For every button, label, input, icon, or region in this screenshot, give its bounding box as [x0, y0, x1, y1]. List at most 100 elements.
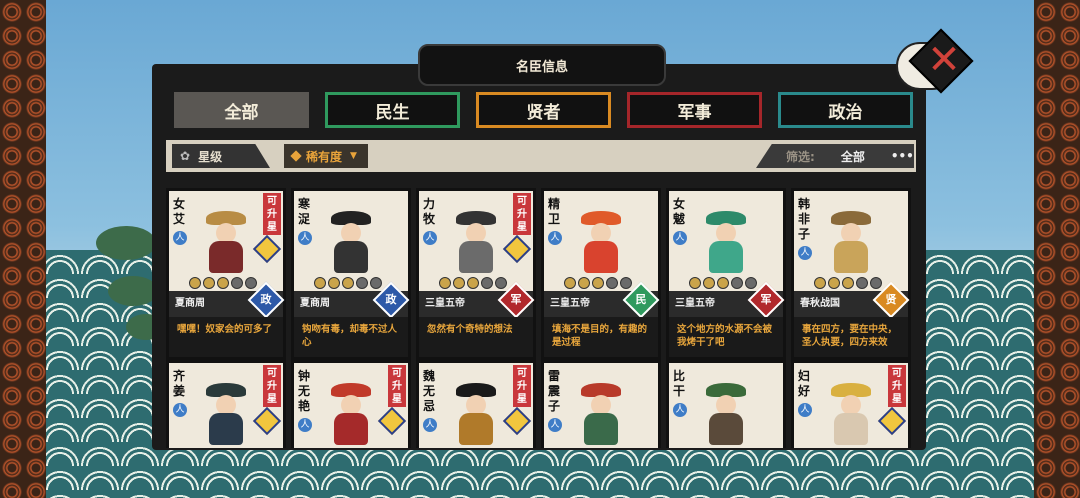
tab-sages-label: 贤者 [526, 102, 561, 123]
people-icon: 人 [298, 418, 312, 432]
minister-portrait: 魏无忌人 可升星 [419, 363, 533, 448]
star-icon [606, 277, 618, 289]
star-icon [870, 277, 882, 289]
people-icon: 人 [673, 403, 687, 417]
tab-politics[interactable]: 政治 [778, 92, 913, 128]
sort-star-label: 星级 [198, 149, 223, 164]
minister-figure-icon [451, 383, 501, 445]
minister-portrait: 钟无艳人 可升星 [294, 363, 408, 448]
minister-card[interactable]: 女艾人可升星 夏商周政嘿嘿！奴家会的可多了 [166, 188, 286, 360]
minister-figure-icon [576, 383, 626, 445]
star-icon [856, 277, 868, 289]
upgrade-star-badge: 可升星 [263, 193, 281, 235]
star-rating [439, 277, 519, 289]
minister-figure-icon [701, 383, 751, 445]
minister-figure-icon [326, 383, 376, 445]
minister-card[interactable]: 韩非子人春秋战国贤事在四方，要在中央，圣人执要，四方来效 [791, 188, 911, 360]
star-icon [245, 277, 257, 289]
star-icon [231, 277, 243, 289]
category-label: 民 [635, 293, 647, 306]
close-button[interactable]: ✕ [896, 28, 974, 94]
star-icon [217, 277, 229, 289]
gear-icon: ✿ [180, 149, 191, 163]
minister-figure-icon [576, 211, 626, 273]
minister-figure-icon [701, 211, 751, 273]
minister-quote: 填海不是目的，有趣的是过程 [544, 317, 658, 357]
minister-figure-icon [326, 211, 376, 273]
tab-sages[interactable]: 贤者 [476, 92, 611, 128]
star-icon [342, 277, 354, 289]
minister-card[interactable]: 魏无忌人 可升星 [416, 360, 536, 448]
upgrade-star-badge: 可升星 [513, 193, 531, 235]
tab-all-label: 全部 [224, 102, 259, 123]
star-icon [495, 277, 507, 289]
minister-quote: 忽然有个奇特的想法 [419, 317, 533, 357]
tab-all[interactable]: 全部 [174, 92, 309, 128]
minister-name: 韩非子 [798, 197, 811, 241]
rank-diamond-icon [502, 406, 532, 436]
star-icon [620, 277, 632, 289]
minister-card[interactable]: 女魃人三皇五帝军这个地方的水源不会被我烤干了吧 [666, 188, 786, 360]
rank-diamond-icon [502, 234, 532, 264]
people-icon: 人 [298, 231, 312, 245]
star-icon [189, 277, 201, 289]
minister-name: 钟无艳 [298, 369, 311, 413]
star-rating [814, 277, 894, 289]
star-rating [314, 277, 394, 289]
minister-quote: 钩吻有毒，却毒不过人心 [294, 317, 408, 357]
minister-card[interactable]: 精卫人三皇五帝民填海不是目的，有趣的是过程 [541, 188, 661, 360]
minister-figure-icon [826, 383, 876, 445]
more-options-icon[interactable]: ••• [891, 149, 914, 163]
minister-portrait: 雷震子人 [544, 363, 658, 448]
minister-card[interactable]: 力牧人可升星 三皇五帝军忽然有个奇特的想法 [416, 188, 536, 360]
filter-dropdown[interactable]: 筛选: 全部 ••• [756, 144, 914, 168]
people-icon: 人 [423, 418, 437, 432]
minister-portrait: 女艾人 可升星 [169, 191, 283, 291]
minister-card[interactable]: 寒浞人夏商周政钩吻有毒，却毒不过人心 [291, 188, 411, 360]
category-label: 政 [260, 293, 272, 306]
tab-military[interactable]: 军事 [627, 92, 762, 128]
minister-name: 精卫 [548, 197, 561, 226]
sort-by-rarity-button[interactable]: 稀有度 ▼ [284, 144, 368, 168]
minister-name: 齐姜 [173, 369, 186, 398]
star-icon [717, 277, 729, 289]
minister-quote: 事在四方，要在中央，圣人执要，四方来效 [794, 317, 908, 357]
close-icon: ✕ [927, 37, 961, 83]
minister-quote: 这个地方的水源不会被我烤干了吧 [669, 317, 783, 357]
tab-military-label: 军事 [677, 102, 712, 123]
sort-by-star-button[interactable]: ✿ 星级 [172, 144, 270, 168]
upgrade-star-badge: 可升星 [263, 365, 281, 407]
minister-card[interactable]: 钟无艳人 可升星 [291, 360, 411, 448]
star-icon [745, 277, 757, 289]
star-icon [314, 277, 326, 289]
island-left-2 [108, 276, 158, 306]
star-icon [842, 277, 854, 289]
category-label: 贤 [885, 293, 897, 306]
star-icon [592, 277, 604, 289]
minister-card[interactable]: 比干人 [666, 360, 786, 448]
filter-bar: ✿ 星级 稀有度 ▼ 筛选: 全部 ••• [166, 140, 916, 172]
minister-name: 比干 [673, 369, 686, 398]
minister-card[interactable]: 齐姜人 可升星 [166, 360, 286, 448]
star-icon [814, 277, 826, 289]
tab-livelihood[interactable]: 民生 [325, 92, 460, 128]
star-icon [689, 277, 701, 289]
star-icon [439, 277, 451, 289]
star-icon [578, 277, 590, 289]
upgrade-star-badge: 可升星 [888, 365, 906, 407]
minister-name: 雷震子 [548, 369, 561, 413]
rank-diamond-icon [252, 234, 282, 264]
diamond-icon [290, 150, 302, 162]
filter-prefix: 筛选: [786, 149, 815, 164]
minister-name: 寒浞 [298, 197, 311, 226]
upgrade-star-badge: 可升星 [388, 365, 406, 407]
window-title: 名臣信息 [418, 44, 666, 86]
people-icon: 人 [423, 231, 437, 245]
people-icon: 人 [548, 231, 562, 245]
rank-diamond-icon [877, 406, 907, 436]
minister-card[interactable]: 雷震子人 [541, 360, 661, 448]
minister-card[interactable]: 妇好人 可升星 [791, 360, 911, 448]
category-label: 政 [385, 293, 397, 306]
window-title-text: 名臣信息 [515, 59, 568, 75]
upgrade-star-badge: 可升星 [513, 365, 531, 407]
